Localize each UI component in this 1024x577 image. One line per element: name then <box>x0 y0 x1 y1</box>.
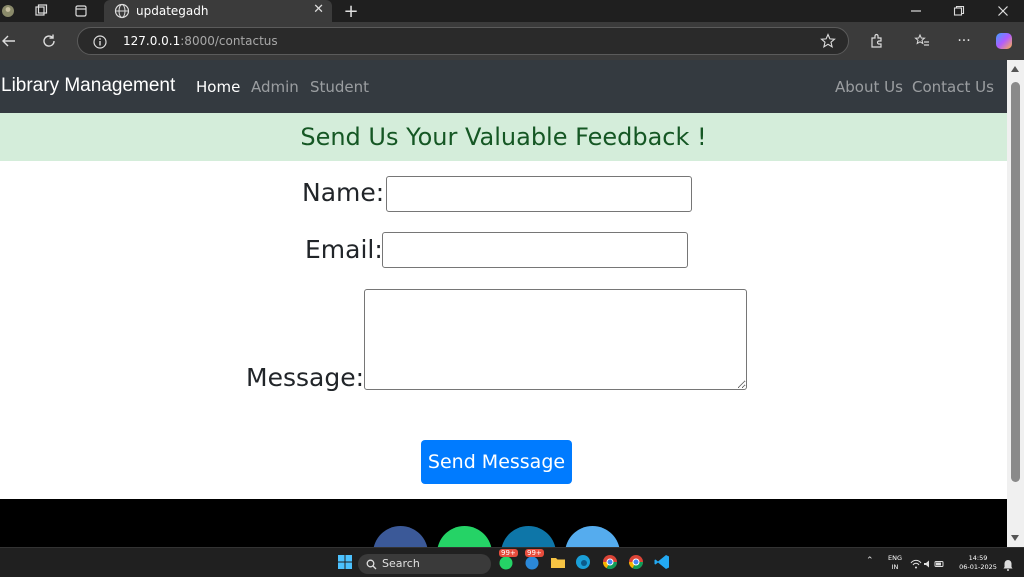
navbar-brand[interactable]: Library Management <box>1 75 175 97</box>
favorites-icon[interactable] <box>911 22 933 60</box>
close-window-icon[interactable] <box>992 0 1014 22</box>
refresh-icon[interactable] <box>38 22 60 60</box>
url-path: :8000/contactus <box>180 34 278 48</box>
nav-link-admin[interactable]: Admin <box>251 78 299 96</box>
edge-browser-icon[interactable] <box>574 553 592 571</box>
nav-link-home[interactable]: Home <box>196 78 240 96</box>
new-tab-icon[interactable]: + <box>340 0 362 22</box>
active-tab[interactable]: updategadh ✕ <box>104 0 332 22</box>
feedback-banner: Send Us Your Valuable Feedback ! <box>0 113 1007 161</box>
favorite-star-icon[interactable] <box>820 33 836 53</box>
clock[interactable]: 14:59 06-01-2025 <box>955 554 1001 572</box>
site-info-icon[interactable] <box>93 34 107 53</box>
chrome-profile-icon[interactable] <box>627 553 645 571</box>
chevron-up-icon[interactable]: ⌃ <box>866 556 878 574</box>
nav-link-contact-us[interactable]: Contact Us <box>912 78 994 96</box>
wifi-volume-battery-icon <box>910 559 944 569</box>
linkedin-icon[interactable] <box>501 526 556 547</box>
app-taskbar-icon[interactable]: 99+ <box>523 549 544 571</box>
page-viewport: Library Management Home Admin Student Ab… <box>0 60 1007 547</box>
file-explorer-icon[interactable] <box>549 553 567 571</box>
nav-link-student[interactable]: Student <box>310 78 369 96</box>
language-line1: ENG <box>887 554 902 562</box>
extensions-icon[interactable] <box>866 22 888 60</box>
name-input[interactable] <box>386 176 692 212</box>
address-bar[interactable]: 127.0.0.1:8000/contactus <box>77 27 849 55</box>
globe-icon <box>114 3 130 23</box>
facebook-icon[interactable] <box>373 526 428 547</box>
page-scrollbar[interactable] <box>1007 60 1024 547</box>
windows-taskbar: Search 99+ 99+ ⌃ ENG IN 14:59 06-01-2025 <box>0 547 1024 577</box>
email-input[interactable] <box>382 232 688 268</box>
scrollbar-thumb[interactable] <box>1011 82 1020 482</box>
notification-badge: 99+ <box>499 549 518 557</box>
footer <box>0 499 1007 547</box>
clock-date: 06-01-2025 <box>959 563 997 571</box>
taskbar-search[interactable]: Search <box>358 554 491 574</box>
notification-badge: 99+ <box>525 549 544 557</box>
browser-tab-strip: updategadh ✕ + <box>0 0 1024 22</box>
minimize-icon[interactable] <box>905 0 927 22</box>
vscode-icon[interactable] <box>653 553 671 571</box>
notification-bell-icon[interactable] <box>1002 556 1016 574</box>
name-label: Name: <box>302 178 385 207</box>
browser-toolbar: 127.0.0.1:8000/contactus ··· <box>0 22 1024 60</box>
nav-link-about-us[interactable]: About Us <box>835 78 903 96</box>
url-host: 127.0.0.1 <box>123 34 181 48</box>
back-icon[interactable] <box>0 22 18 60</box>
search-icon <box>366 559 377 570</box>
twitter-icon[interactable] <box>565 526 620 547</box>
scroll-down-arrow-icon[interactable] <box>1011 535 1019 541</box>
whatsapp-taskbar-icon[interactable]: 99+ <box>497 549 518 571</box>
system-tray-icons[interactable] <box>910 555 944 573</box>
chrome-icon[interactable] <box>601 553 619 571</box>
message-label: Message: <box>246 363 364 392</box>
whatsapp-icon[interactable] <box>437 526 492 547</box>
windows-start-icon[interactable] <box>336 553 354 571</box>
restore-icon[interactable] <box>948 0 970 22</box>
language-indicator[interactable]: ENG IN <box>884 554 906 572</box>
scroll-up-arrow-icon[interactable] <box>1011 66 1019 72</box>
close-tab-icon[interactable]: ✕ <box>313 2 324 17</box>
language-line2: IN <box>891 563 899 571</box>
copilot-icon[interactable] <box>992 22 1016 60</box>
profile-avatar-icon[interactable] <box>0 0 16 22</box>
tab-title: updategadh <box>136 4 209 18</box>
workspaces-icon[interactable] <box>30 0 52 22</box>
url-text: 127.0.0.1:8000/contactus <box>123 34 278 48</box>
clock-time: 14:59 <box>968 554 988 562</box>
email-label: Email: <box>305 235 383 264</box>
more-options-icon[interactable]: ··· <box>953 22 975 60</box>
feedback-heading: Send Us Your Valuable Feedback ! <box>300 123 707 151</box>
navbar: Library Management Home Admin Student Ab… <box>0 60 1007 113</box>
send-message-button[interactable]: Send Message <box>421 440 572 484</box>
search-placeholder: Search <box>382 557 420 570</box>
tab-actions-icon[interactable] <box>70 0 92 22</box>
message-textarea[interactable] <box>364 289 747 390</box>
